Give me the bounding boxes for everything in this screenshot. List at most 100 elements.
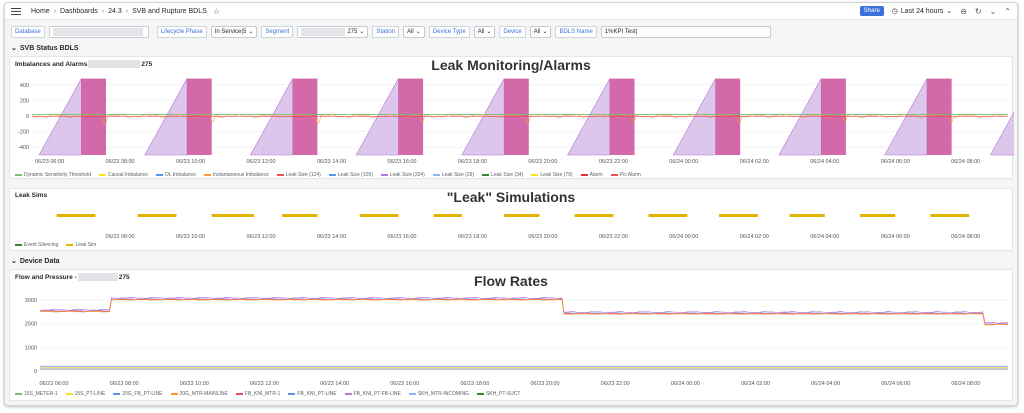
- legend-item[interactable]: Pci Alarm: [610, 172, 641, 178]
- leak-size-ramp: [249, 78, 294, 156]
- station-value: All: [407, 29, 414, 35]
- alarm-band: [926, 78, 952, 155]
- menu-icon[interactable]: [11, 7, 21, 15]
- x-tick-label: 06/24 02:00: [741, 381, 770, 387]
- legend-label: 20G_FB_PT-LINE: [122, 391, 163, 397]
- legend-label: 15S_PT-LINE: [74, 391, 106, 397]
- legend-label: Leak Size (109): [337, 172, 373, 178]
- alarm-band: [292, 78, 318, 155]
- legend-swatch: [408, 393, 416, 395]
- legend-item[interactable]: OL Imbalance: [155, 172, 196, 178]
- leak-sim-bar: [930, 214, 970, 217]
- row-svb-status[interactable]: ⌄ SVB Status BDLS: [11, 44, 79, 53]
- row-device-data[interactable]: ⌄ Device Data: [11, 257, 60, 266]
- chevron-down-icon: ⌄: [486, 29, 492, 35]
- lifecycle-select[interactable]: In Service|5 ⌄: [210, 26, 258, 38]
- x-tick-label: 06/23 16:00: [387, 234, 416, 240]
- legend-label: Dynamic Sensitivity Threshold: [24, 172, 91, 178]
- leak-sim-bar: [282, 214, 318, 217]
- x-tick-label: 06/24 08:00: [951, 234, 980, 240]
- panel-imbalances: Imbalances and Alarms 275 Leak Monitoring…: [9, 56, 1014, 179]
- legend-swatch: [288, 393, 296, 395]
- legend-item[interactable]: Leak Sim: [66, 242, 96, 248]
- legend-item[interactable]: Leak Size (204): [380, 172, 425, 178]
- chevron-down-icon: ⌄: [248, 29, 254, 35]
- crumb-home[interactable]: Home: [31, 8, 50, 15]
- refresh-icon[interactable]: ↻: [975, 7, 982, 16]
- x-tick-label: 06/24 00:00: [669, 159, 698, 165]
- legend-item[interactable]: SKH_MTR-INCOMING: [408, 391, 469, 397]
- leak-size-ramp: [989, 111, 1014, 156]
- zoom-out-icon[interactable]: ⊖: [960, 7, 967, 16]
- legend-item[interactable]: Leak Size (34): [482, 172, 523, 178]
- database-select[interactable]: [48, 26, 149, 38]
- x-tick-label: 06/23 08:00: [110, 381, 139, 387]
- flow-rates-chart: 3000 2000 1000 006/23 06:00 06/23 08:00 06/23…: [25, 296, 1009, 387]
- legend-swatch: [15, 244, 22, 246]
- legend-item[interactable]: 20G_MTR-MAINLINE: [170, 391, 228, 397]
- legend-label: 15S_METER-1: [24, 391, 58, 397]
- leak-sim-bar: [789, 214, 825, 217]
- bdls-value: 1%KPI Test|: [604, 29, 638, 35]
- row-title: SVB Status BDLS: [19, 44, 79, 52]
- device-select[interactable]: All ⌄: [529, 26, 552, 38]
- legend-item[interactable]: FB_KNI_MTR-1: [235, 391, 280, 397]
- legend-item[interactable]: 20G_FB_PT-LINE: [113, 391, 163, 397]
- legend-item[interactable]: Leak Size (109): [328, 172, 373, 178]
- x-tick-label: 06/23 10:00: [176, 159, 205, 165]
- leak-sim-bar: [719, 214, 758, 217]
- crumb-dashboards[interactable]: Dashboards: [60, 8, 98, 15]
- legend-label: FB_KNI_PT-LINE: [297, 391, 337, 397]
- legend-item[interactable]: Leak Size (124): [276, 172, 321, 178]
- x-tick-label: 06/24 06:00: [881, 159, 910, 165]
- legend-item[interactable]: Alarm: [580, 172, 603, 178]
- legend-item[interactable]: SKH_PT-SUCT: [476, 391, 520, 397]
- legend-swatch: [65, 393, 73, 395]
- legend-swatch: [482, 174, 490, 176]
- leak-sim-bar: [433, 214, 462, 217]
- collapse-icon[interactable]: ⌃: [1004, 7, 1011, 16]
- segment-select[interactable]: 275 ⌄: [297, 26, 369, 38]
- legend-swatch: [344, 393, 352, 395]
- leak-size-ramp: [38, 78, 82, 156]
- y-tick-label: 3000: [25, 298, 37, 304]
- legend-item[interactable]: Causal Imbalance: [98, 172, 148, 178]
- chevron-down-icon: ⌄: [11, 258, 17, 265]
- time-range-picker[interactable]: ◷ Last 24 hours ⌄: [892, 7, 952, 16]
- legend-label: Leak Size (79): [540, 172, 573, 178]
- legend-label: Instantaneous Imbalance: [212, 172, 269, 178]
- lifecycle-label: Lifecycle Phase: [156, 26, 207, 38]
- legend-item[interactable]: Leak Size (79): [531, 172, 573, 178]
- x-tick-label: 06/24 04:00: [811, 381, 840, 387]
- legend-item[interactable]: Instantaneous Imbalance: [203, 172, 269, 178]
- leak-sim-bar: [648, 214, 688, 217]
- legend-item[interactable]: FB_KNI_PT-LINE: [288, 391, 337, 397]
- legend-item[interactable]: Leak Size (29): [432, 172, 474, 178]
- legend-item[interactable]: Event Silencing: [15, 242, 58, 248]
- variables-bar: Database Lifecycle Phase In Service|5 ⌄ S…: [11, 26, 771, 38]
- legend-item[interactable]: Dynamic Sensitivity Threshold: [15, 172, 91, 178]
- device-type-select[interactable]: All ⌄: [473, 26, 496, 38]
- star-icon[interactable]: ☆: [213, 7, 220, 16]
- x-tick-label: 06/24 00:00: [671, 381, 700, 387]
- crumb-folder[interactable]: 24.3: [108, 8, 122, 15]
- panel-leak-sims: Leak Sims "Leak" Simulations 06/23 08:00…: [9, 188, 1013, 251]
- x-tick-label: 06/23 06:00: [39, 381, 68, 387]
- x-tick-label: 06/24 08:00: [951, 159, 980, 165]
- panel-flow-pressure: Flow and Pressure -275 Flow Rates 3000 20…: [9, 269, 1013, 401]
- x-tick-label: 06/24 04:00: [810, 159, 839, 165]
- legend-item[interactable]: 15S_PT-LINE: [65, 391, 106, 397]
- legend-item[interactable]: 15S_METER-1: [15, 391, 58, 397]
- x-tick-label: 06/23 12:00: [246, 159, 275, 165]
- legend-item[interactable]: FB_KNI_PT-FB-LINE: [344, 391, 401, 397]
- station-select[interactable]: All ⌄: [403, 26, 425, 38]
- leak-sim-bar: [574, 214, 614, 217]
- share-button[interactable]: Share: [859, 6, 884, 16]
- legend-label: Leak Size (204): [389, 172, 425, 178]
- chevron-down-icon[interactable]: ⌄: [990, 7, 997, 16]
- x-tick-label: 06/23 20:00: [531, 381, 560, 387]
- bdls-input[interactable]: 1%KPI Test|: [600, 26, 771, 38]
- x-tick-label: 06/23 18:00: [458, 159, 487, 165]
- leak-size-ramp: [567, 78, 611, 156]
- device-label: Device: [499, 26, 526, 38]
